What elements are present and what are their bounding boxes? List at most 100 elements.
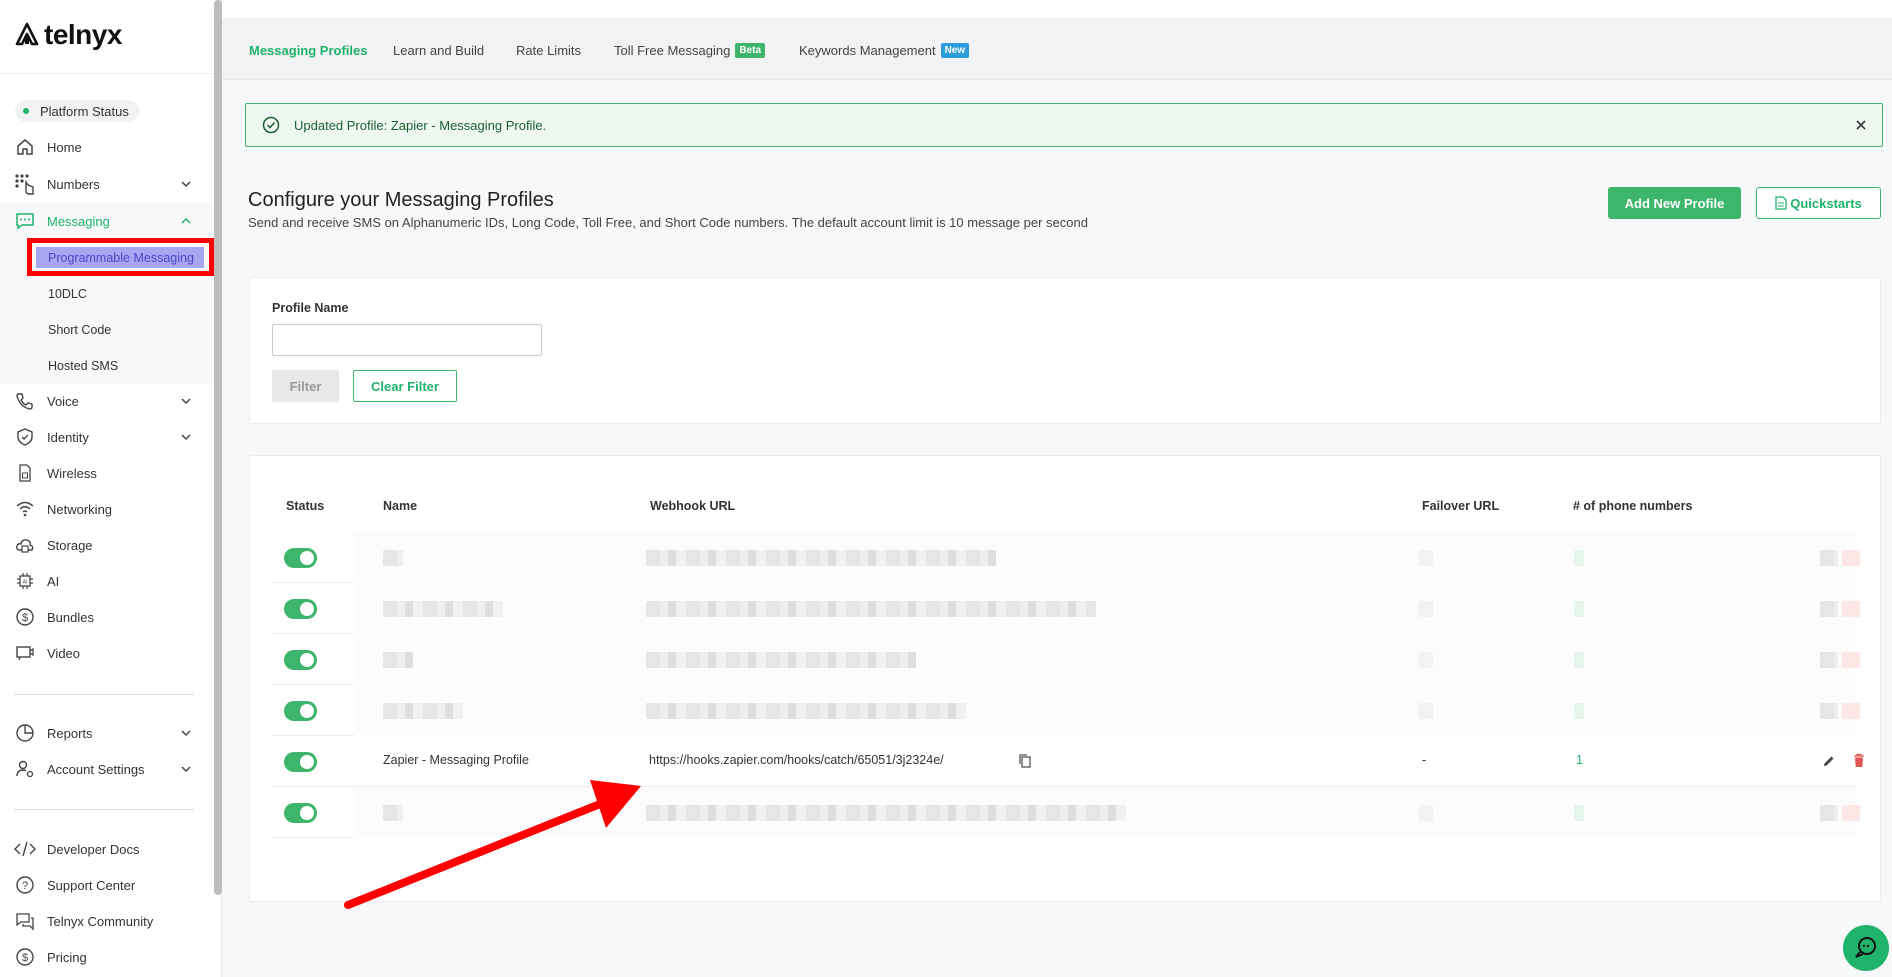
- webhook-url-cell: https://hooks.zapier.com/hooks/catch/650…: [649, 753, 944, 767]
- blurred-count: [1574, 601, 1584, 617]
- platform-status-label: Platform Status: [40, 103, 129, 119]
- tab-keywords-management[interactable]: Keywords Management New: [799, 41, 970, 59]
- row-blur-overlay: [354, 532, 1857, 583]
- status-toggle[interactable]: [284, 548, 317, 568]
- sidebar-item-reports[interactable]: Reports: [0, 715, 214, 751]
- sidebar-item-label: Support Center: [47, 877, 136, 893]
- phone-count-link[interactable]: 1: [1576, 753, 1583, 767]
- blurred-name: [383, 805, 403, 821]
- quickstarts-button[interactable]: Quickstarts: [1756, 187, 1881, 219]
- copy-icon[interactable]: [1018, 753, 1032, 769]
- tab-label: Messaging Profiles: [249, 42, 368, 58]
- sidebar-item-identity[interactable]: Identity: [0, 419, 214, 455]
- status-dot-icon: [23, 108, 29, 114]
- check-circle-icon: [262, 116, 280, 134]
- sidebar-item-pricing[interactable]: $ Pricing: [0, 939, 214, 975]
- alert-message: Updated Profile: Zapier - Messaging Prof…: [294, 117, 547, 133]
- status-toggle[interactable]: [284, 803, 317, 823]
- close-icon[interactable]: [1852, 116, 1870, 134]
- submenu-item-10dlc[interactable]: 10DLC: [48, 284, 87, 304]
- tab-learn-and-build[interactable]: Learn and Build: [393, 41, 484, 59]
- sidebar-item-label: Account Settings: [47, 761, 145, 777]
- table-row-zapier: Zapier - Messaging Profile https://hooks…: [272, 736, 1864, 787]
- submenu-item-hosted-sms[interactable]: Hosted SMS: [48, 356, 118, 376]
- document-icon: [1775, 196, 1787, 210]
- new-badge: New: [940, 42, 970, 58]
- blurred-webhook: [646, 703, 966, 719]
- status-toggle[interactable]: [284, 599, 317, 619]
- sidebar-item-numbers[interactable]: Numbers: [0, 166, 214, 202]
- sidebar-item-label: Storage: [47, 537, 93, 553]
- column-header-status: Status: [286, 499, 325, 513]
- svg-text:$: $: [22, 952, 28, 964]
- sidebar-item-wireless[interactable]: Wireless: [0, 455, 214, 491]
- column-header-webhook-url: Webhook URL: [650, 499, 736, 513]
- tab-toll-free-messaging[interactable]: Toll Free Messaging Beta: [614, 41, 766, 59]
- success-alert: Updated Profile: Zapier - Messaging Prof…: [245, 103, 1883, 147]
- blurred-edit: [1820, 703, 1838, 719]
- video-icon: [14, 642, 36, 664]
- sidebar-item-networking[interactable]: Networking: [0, 491, 214, 527]
- status-toggle[interactable]: [284, 701, 317, 721]
- reports-icon: [14, 722, 36, 744]
- profile-name-input[interactable]: [272, 324, 542, 356]
- row-blur-overlay: [354, 634, 1857, 685]
- sidebar-item-messaging[interactable]: Messaging: [0, 203, 214, 239]
- sidebar: telnyx Platform Status Home Numbers Mess…: [0, 0, 222, 977]
- profile-name-cell[interactable]: Zapier - Messaging Profile: [383, 753, 529, 767]
- chat-bubbles-icon: [1855, 937, 1876, 958]
- table-row: [272, 685, 1860, 736]
- sidebar-item-support-center[interactable]: ? Support Center: [0, 867, 214, 903]
- sidebar-item-video[interactable]: Video: [0, 635, 214, 671]
- tab-label: Learn and Build: [393, 42, 485, 58]
- sidebar-item-storage[interactable]: Storage: [0, 527, 214, 563]
- blurred-delete: [1842, 601, 1860, 617]
- platform-status-pill[interactable]: Platform Status: [15, 100, 139, 122]
- sidebar-item-label: Home: [47, 139, 82, 155]
- chevron-down-icon: [181, 181, 191, 188]
- svg-text:$: $: [22, 612, 28, 624]
- developer-docs-icon: [14, 838, 36, 860]
- networking-icon: [14, 498, 36, 520]
- tab-rate-limits[interactable]: Rate Limits: [516, 41, 581, 59]
- numbers-icon: [14, 173, 36, 195]
- sidebar-scrollbar[interactable]: [214, 0, 222, 895]
- filter-button[interactable]: Filter: [272, 370, 339, 402]
- sidebar-item-bundles[interactable]: $ Bundles: [0, 599, 214, 635]
- sidebar-item-voice[interactable]: Voice: [0, 383, 214, 419]
- blurred-name: [383, 550, 403, 566]
- status-toggle[interactable]: [284, 752, 317, 772]
- sidebar-item-label: Voice: [47, 393, 79, 409]
- sidebar-item-label: Telnyx Community: [47, 913, 154, 929]
- blurred-count: [1574, 652, 1584, 668]
- sidebar-item-telnyx-community[interactable]: Telnyx Community: [0, 903, 214, 939]
- blurred-failover: [1419, 805, 1433, 821]
- chevron-down-icon: [181, 434, 191, 441]
- top-tab-bar: [222, 0, 1892, 80]
- add-new-profile-button[interactable]: Add New Profile: [1608, 187, 1741, 219]
- telnyx-logo[interactable]: telnyx: [14, 19, 122, 50]
- chevron-down-icon: [181, 766, 191, 773]
- profile-name-label: Profile Name: [272, 301, 349, 315]
- edit-pencil-icon[interactable]: [1822, 754, 1836, 768]
- blurred-delete: [1842, 805, 1860, 821]
- sidebar-item-account-settings[interactable]: Account Settings: [0, 751, 214, 787]
- sidebar-item-label: Networking: [47, 501, 113, 517]
- delete-trash-icon[interactable]: [1853, 753, 1865, 768]
- blurred-delete: [1842, 550, 1860, 566]
- sidebar-item-label: Reports: [47, 725, 93, 741]
- clear-filter-button[interactable]: Clear Filter: [353, 370, 457, 402]
- sidebar-item-developer-docs[interactable]: Developer Docs: [0, 831, 214, 867]
- status-toggle[interactable]: [284, 650, 317, 670]
- sidebar-item-ai[interactable]: AI AI: [0, 563, 214, 599]
- storage-icon: [14, 534, 36, 556]
- sidebar-item-label: Bundles: [47, 609, 94, 625]
- chat-support-button[interactable]: [1843, 925, 1889, 971]
- bundles-icon: $: [14, 606, 36, 628]
- submenu-item-short-code[interactable]: Short Code: [48, 320, 111, 340]
- sidebar-item-home[interactable]: Home: [0, 129, 214, 165]
- blurred-count: [1574, 703, 1584, 719]
- chevron-up-icon: [181, 217, 191, 224]
- sidebar-item-label: Identity: [47, 429, 89, 445]
- tab-messaging-profiles[interactable]: Messaging Profiles: [249, 41, 367, 59]
